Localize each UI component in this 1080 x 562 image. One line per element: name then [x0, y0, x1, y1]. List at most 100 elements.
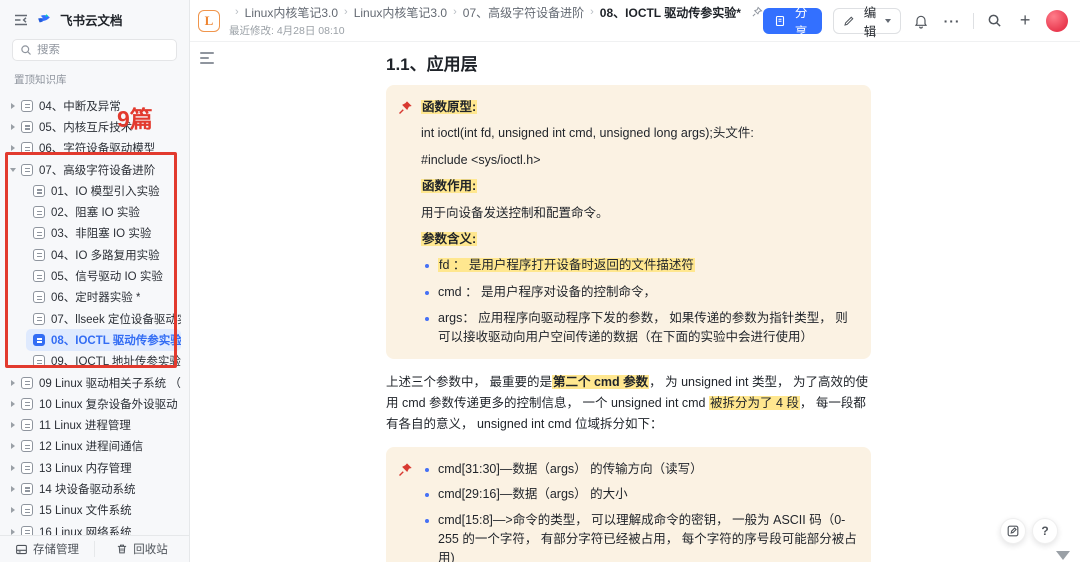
document-icon: [21, 419, 33, 432]
breadcrumb-separator-icon: ›: [344, 6, 348, 18]
search-doc-icon[interactable]: [985, 10, 1005, 32]
param-args-text: args： 应用程序向驱动程序下发的参数， 如果传递的参数为指针类型， 则可以接…: [438, 311, 848, 345]
sidebar-item[interactable]: 09 Linux 驱动相关子系统 （重点）: [6, 372, 181, 393]
sidebar-item[interactable]: 06、字符设备驱动模型: [6, 138, 181, 159]
sidebar-item[interactable]: 03、非阻塞 IO 实验: [26, 223, 181, 244]
sidebar-item[interactable]: 09、IOCTL 地址传参实验*: [26, 351, 181, 372]
document-icon: [21, 99, 33, 112]
sidebar-item-label: 16 Linux 网络系统: [39, 526, 132, 535]
sidebar-item[interactable]: 05、内核互斥技术: [6, 116, 181, 137]
bullet-dot: [425, 290, 429, 295]
breadcrumb-label[interactable]: 07、高级字符设备进阶: [463, 4, 584, 21]
breadcrumb-label[interactable]: Linux内核笔记3.0: [245, 4, 338, 21]
sidebar-item[interactable]: 05、信号驱动 IO 实验: [26, 265, 181, 286]
bitfield-text: cmd[15:8]—>命令的类型， 可以理解成命令的密钥， 一般为 ASCII …: [438, 512, 857, 562]
trash-label: 回收站: [133, 544, 168, 556]
expand-caret-icon[interactable]: [8, 420, 18, 430]
create-new-icon[interactable]: +: [1015, 10, 1035, 32]
bullet-dot: [425, 518, 429, 523]
expand-caret-icon[interactable]: [8, 143, 18, 153]
sidebar-item[interactable]: 15 Linux 文件系统: [6, 500, 181, 521]
document-icon: [33, 291, 45, 304]
sidebar-item-label: 05、信号驱动 IO 实验: [51, 271, 163, 284]
sidebar-item-label: 15 Linux 文件系统: [39, 505, 132, 518]
callout-block-2: cmd[31:30]—数据（args） 的传输方向（读写） cmd[29:16]…: [386, 446, 871, 562]
trash-button[interactable]: 回收站: [95, 536, 189, 562]
expand-caret-icon[interactable]: [8, 122, 18, 132]
sidebar-item[interactable]: 14 块设备驱动系统: [6, 478, 181, 499]
sidebar-item[interactable]: 02、阻塞 IO 实验: [26, 201, 181, 222]
edit-mode-button[interactable]: 编辑: [833, 6, 901, 39]
document-icon: [33, 333, 45, 346]
storage-manage-button[interactable]: 存储管理: [0, 536, 94, 562]
toolbar-divider: [972, 12, 974, 29]
pin-icon[interactable]: [751, 6, 763, 18]
sidebar-item-label: 03、非阻塞 IO 实验: [51, 228, 152, 241]
expand-caret-icon[interactable]: [8, 505, 18, 515]
bitfield-item: cmd[29:16]—数据（args） 的大小: [421, 485, 857, 504]
feedback-button[interactable]: [1000, 518, 1026, 544]
bitfield-item: cmd[15:8]—>命令的类型， 可以理解成命令的密钥， 一般为 ASCII …: [421, 511, 857, 562]
search-input[interactable]: [37, 44, 157, 56]
sidebar-search[interactable]: [12, 39, 177, 61]
floating-buttons: ?: [1000, 518, 1058, 544]
notifications-bell-icon[interactable]: [912, 10, 932, 32]
expand-caret-icon[interactable]: [8, 527, 18, 535]
sidebar-item[interactable]: 06、定时器实验 *: [26, 287, 181, 308]
sidebar-item-label: 09、IOCTL 地址传参实验*: [51, 356, 181, 369]
pinned-section-label: 置顶知识库: [14, 74, 67, 86]
breadcrumb-item[interactable]: › 08、IOCTL 驱动传参实验*: [584, 4, 741, 21]
sidebar-item[interactable]: 07、高级字符设备进阶: [6, 159, 181, 180]
expand-caret-icon[interactable]: [8, 165, 18, 175]
sidebar-item[interactable]: 08、IOCTL 驱动传参实验*: [26, 329, 181, 351]
avatar[interactable]: [1045, 9, 1068, 32]
sidebar-item[interactable]: 12 Linux 进程间通信: [6, 436, 181, 457]
breadcrumb-label[interactable]: 08、IOCTL 驱动传参实验*: [600, 4, 741, 21]
expand-caret-icon[interactable]: [8, 101, 18, 111]
prototype-line: int ioctl(int fd, unsigned int cmd, unsi…: [421, 126, 754, 141]
sidebar-item[interactable]: 16 Linux 网络系统: [6, 521, 181, 535]
sidebar-item-label: 06、定时器实验 *: [51, 292, 141, 305]
sidebar-item[interactable]: 11 Linux 进程管理: [6, 414, 181, 435]
share-button[interactable]: 分享: [762, 6, 823, 39]
document-icon: [33, 206, 45, 219]
expand-caret-icon[interactable]: [8, 441, 18, 451]
breadcrumb-item[interactable]: › 07、高级字符设备进阶: [447, 4, 584, 21]
expand-caret-icon[interactable]: [8, 484, 18, 494]
outline-toggle-icon[interactable]: [200, 52, 216, 64]
feishu-logo-icon: [36, 11, 53, 28]
document-topbar: L › Linux内核笔记3.0 › Linux内核笔记3.0 › 07、高级字…: [190, 0, 1080, 42]
bullet-dot: [425, 467, 429, 472]
storage-icon: [15, 543, 28, 556]
breadcrumb-separator-icon: ›: [235, 6, 239, 18]
sidebar-item[interactable]: 07、llseek 定位设备驱动实验: [26, 308, 181, 329]
collapse-sidebar-icon[interactable]: [13, 12, 29, 28]
sidebar-item[interactable]: 04、中断及异常: [6, 95, 181, 116]
sidebar-item-label: 01、IO 模型引入实验: [51, 185, 160, 198]
sidebar-item-label: 07、高级字符设备进阶: [39, 164, 156, 177]
callout-block-1: 函数原型: int ioctl(int fd, unsigned int cmd…: [386, 85, 871, 359]
breadcrumb-item[interactable]: › Linux内核笔记3.0: [338, 4, 447, 21]
more-options-icon[interactable]: ···: [942, 10, 962, 32]
label-purpose: 函数作用:: [421, 179, 478, 194]
pushpin-icon: [398, 462, 413, 562]
callout-text: 函数原型: int ioctl(int fd, unsigned int cmd…: [421, 98, 857, 348]
sidebar-item[interactable]: 01、IO 模型引入实验: [26, 180, 181, 201]
topbar-actions: 分享 编辑 ··· +: [762, 6, 1068, 39]
sidebar-item[interactable]: 13 Linux 内存管理: [6, 457, 181, 478]
sidebar-item[interactable]: 04、IO 多路复用实验: [26, 244, 181, 265]
search-icon: [20, 44, 32, 56]
scroll-hint-triangle-icon: [1056, 551, 1070, 560]
help-button[interactable]: ?: [1032, 518, 1058, 544]
purpose-line: 用于向设备发送控制和配置命令。: [421, 205, 609, 220]
pencil-icon: [843, 15, 855, 27]
breadcrumb-label[interactable]: Linux内核笔记3.0: [354, 4, 447, 21]
trash-icon: [116, 543, 128, 555]
breadcrumb-block: › Linux内核笔记3.0 › Linux内核笔记3.0 › 07、高级字符设…: [229, 4, 763, 38]
expand-caret-icon[interactable]: [8, 399, 18, 409]
document-icon: [33, 270, 45, 283]
expand-caret-icon[interactable]: [8, 378, 18, 388]
breadcrumb-item[interactable]: › Linux内核笔记3.0: [229, 4, 338, 21]
sidebar-item[interactable]: 10 Linux 复杂设备外设驱动: [6, 393, 181, 414]
expand-caret-icon[interactable]: [8, 463, 18, 473]
